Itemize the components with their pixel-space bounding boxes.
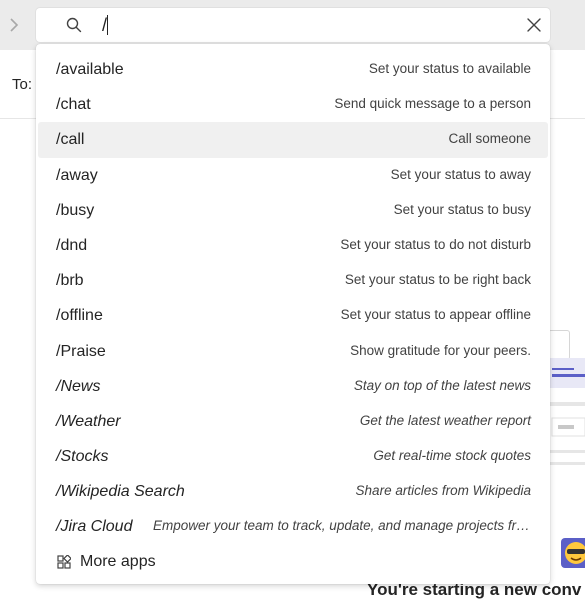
command-description: Empower your team to track, update, and … [153, 518, 531, 534]
apps-grid-icon [57, 555, 71, 569]
command-dropdown: /available Set your status to available/c… [36, 44, 550, 584]
search-icon [66, 17, 82, 33]
more-apps-label: More apps [80, 553, 156, 570]
command-name: /busy [56, 201, 95, 219]
command-description: Send quick message to a person [334, 96, 531, 112]
close-icon[interactable] [525, 16, 543, 34]
command-description: Call someone [448, 131, 531, 147]
command-item[interactable]: /News Stay on top of the latest news [38, 369, 548, 404]
card-preview [548, 358, 585, 465]
command-list: /available Set your status to available/c… [36, 52, 550, 545]
command-description: Get the latest weather report [359, 412, 531, 428]
command-name: /brb [56, 272, 84, 290]
command-item[interactable]: /Praise Show gratitude for your peers. [38, 334, 548, 369]
command-description: Set your status to available [368, 61, 531, 76]
command-description: Set your status to appear offline [340, 307, 531, 323]
command-name: /Jira Cloud [56, 518, 133, 536]
command-name: /Weather [56, 412, 121, 430]
command-name: /Stocks [56, 448, 109, 466]
search-input[interactable] [102, 14, 482, 36]
command-name: /available [56, 61, 124, 78]
command-name: /call [56, 131, 85, 149]
command-item[interactable]: /chat Send quick message to a person [38, 87, 548, 122]
text-caret [107, 15, 108, 35]
command-item[interactable]: /available Set your status to available [38, 52, 548, 87]
side-button[interactable] [548, 330, 570, 360]
command-name: /chat [56, 96, 91, 114]
command-description: Set your status to be right back [344, 272, 531, 288]
command-item[interactable]: /brb Set your status to be right back [38, 263, 548, 298]
command-name: /dnd [56, 236, 88, 254]
command-item[interactable]: /busy Set your status to busy [38, 193, 548, 228]
command-item[interactable]: /away Set your status to away [38, 158, 548, 193]
command-name: /News [56, 377, 101, 395]
command-name: /away [56, 166, 98, 184]
command-item[interactable]: /Wikipedia Search Share articles from Wik… [38, 474, 548, 509]
command-item[interactable]: /Jira Cloud Empower your team to track, u… [38, 509, 548, 544]
command-description: Stay on top of the latest news [353, 377, 531, 393]
command-item[interactable]: /offline Set your status to appear offlin… [38, 298, 548, 333]
command-name: /Wikipedia Search [56, 483, 185, 501]
command-item[interactable]: /dnd Set your status to do not disturb [38, 228, 548, 263]
chevron-right-icon[interactable] [6, 13, 22, 37]
sunglasses-emoji-icon [561, 538, 585, 568]
to-label: To: [12, 76, 33, 93]
command-item[interactable]: /Stocks Get real-time stock quotes [38, 439, 548, 474]
command-item[interactable]: /call Call someone [38, 122, 548, 158]
command-item[interactable]: /Weather Get the latest weather report [38, 404, 548, 439]
command-description: Get real-time stock quotes [373, 448, 531, 464]
command-description: Set your status to away [390, 166, 531, 182]
command-description: Set your status to do not disturb [340, 236, 531, 252]
command-search-box [36, 8, 550, 42]
command-name: /Praise [56, 342, 106, 360]
command-name: /offline [56, 307, 103, 325]
command-description: Show gratitude for your peers. [350, 342, 531, 358]
command-description: Share articles from Wikipedia [355, 483, 531, 499]
command-description: Set your status to busy [393, 201, 531, 217]
